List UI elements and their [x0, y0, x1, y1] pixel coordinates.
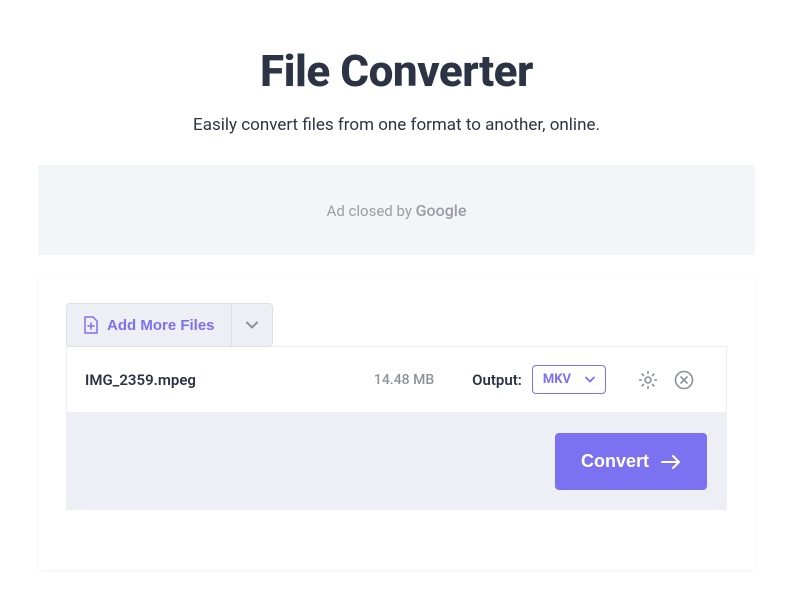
- converter-card: Add More Files IMG_2359.mpeg 14.48 MB Ou…: [38, 275, 755, 570]
- chevron-down-icon: [246, 321, 258, 329]
- output-label: Output:: [472, 371, 522, 389]
- page-subtitle: Easily convert files from one format to …: [0, 115, 793, 135]
- add-files-group: Add More Files: [66, 303, 273, 347]
- add-more-files-label: Add More Files: [107, 317, 215, 334]
- settings-button[interactable]: [634, 366, 662, 394]
- page-title: File Converter: [0, 45, 793, 97]
- convert-button-label: Convert: [581, 451, 649, 472]
- chevron-down-icon: [585, 376, 595, 383]
- google-logo-text: Google: [416, 201, 467, 220]
- convert-bar: Convert: [66, 413, 727, 510]
- format-select-value: MKV: [543, 372, 571, 387]
- add-more-files-button[interactable]: Add More Files: [67, 304, 231, 346]
- remove-file-button[interactable]: [670, 366, 698, 394]
- format-select-button[interactable]: MKV: [532, 365, 606, 394]
- convert-button[interactable]: Convert: [555, 433, 707, 490]
- ad-banner: Ad closed by Google: [38, 165, 755, 255]
- gear-icon: [638, 370, 658, 390]
- file-row: IMG_2359.mpeg 14.48 MB Output: MKV: [66, 346, 727, 413]
- close-circle-icon: [674, 370, 694, 390]
- add-files-dropdown-button[interactable]: [231, 304, 272, 346]
- ad-closed-text: Ad closed by Google: [327, 201, 467, 220]
- file-name: IMG_2359.mpeg: [85, 371, 196, 389]
- toolbar: Add More Files: [38, 275, 755, 347]
- file-size: 14.48 MB: [374, 372, 434, 388]
- file-plus-icon: [83, 316, 99, 334]
- arrow-right-icon: [661, 455, 681, 469]
